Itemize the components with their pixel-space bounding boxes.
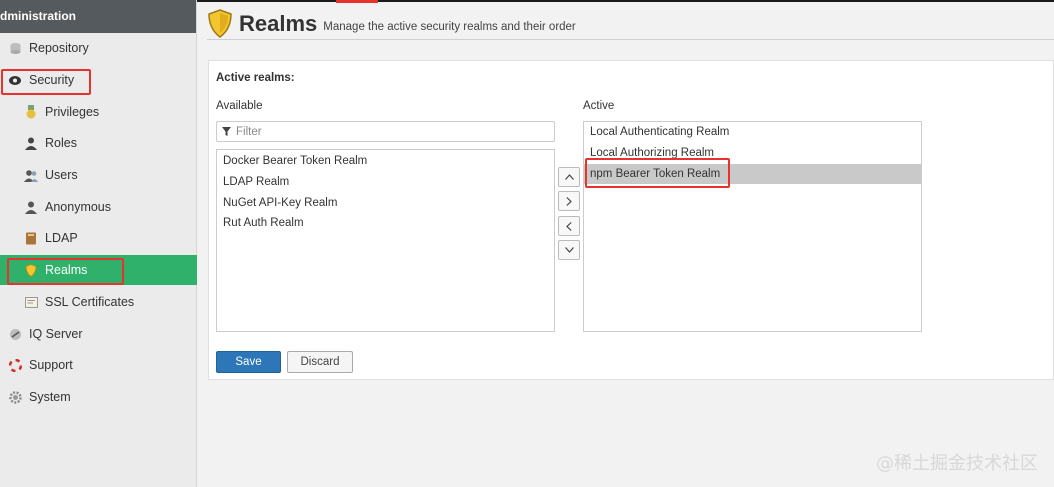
sidebar-item-label: SSL Certificates xyxy=(45,295,135,309)
watermark: @稀土掘金技术社区 xyxy=(876,453,1038,474)
sidebar-item-label: Security xyxy=(29,73,75,87)
move-up-button[interactable] xyxy=(558,167,580,187)
medal-icon xyxy=(24,105,38,119)
sidebar-item-support[interactable]: Support xyxy=(0,350,197,380)
move-down-button[interactable] xyxy=(558,240,580,260)
chevron-left-icon xyxy=(566,221,572,231)
book-icon xyxy=(24,231,38,245)
sidebar-item-label: Realms xyxy=(45,263,88,277)
sidebar-item-label: Support xyxy=(29,358,73,372)
filter-icon xyxy=(222,127,231,136)
list-item[interactable]: Local Authenticating Realm xyxy=(584,122,921,142)
sidebar-item-label: Users xyxy=(45,168,78,182)
shield-icon xyxy=(24,263,38,277)
sidebar-item-realms[interactable]: Realms xyxy=(0,255,197,285)
sidebar-item-roles[interactable]: Roles xyxy=(0,128,197,158)
save-button[interactable]: Save xyxy=(216,351,281,373)
sidebar-item-label: Roles xyxy=(45,136,77,150)
sidebar-item-users[interactable]: Users xyxy=(0,160,197,190)
anonymous-user-icon xyxy=(24,200,38,214)
sidebar-item-privileges[interactable]: Privileges xyxy=(0,97,197,127)
list-item[interactable]: Rut Auth Realm xyxy=(217,213,554,233)
gear-icon xyxy=(8,390,22,404)
sidebar-item-security[interactable]: Security xyxy=(0,65,197,95)
discard-button[interactable]: Discard xyxy=(287,351,353,373)
sidebar-item-ssl-certificates[interactable]: SSL Certificates xyxy=(0,287,197,317)
sidebar-item-label: IQ Server xyxy=(29,327,83,341)
chevron-right-icon xyxy=(566,196,572,206)
list-item[interactable]: LDAP Realm xyxy=(217,172,554,192)
active-list[interactable]: Local Authenticating Realm Local Authori… xyxy=(583,121,922,332)
sidebar-item-label: Anonymous xyxy=(45,200,112,214)
iq-server-icon xyxy=(8,327,22,341)
list-item[interactable]: Local Authorizing Realm xyxy=(584,143,921,163)
sidebar-item-iq-server[interactable]: IQ Server xyxy=(0,319,197,349)
lifebuoy-icon xyxy=(8,358,22,372)
list-item-selected[interactable]: npm Bearer Token Realm xyxy=(584,164,921,184)
users-icon xyxy=(24,168,38,182)
top-border xyxy=(197,0,1054,2)
user-role-icon xyxy=(24,136,38,150)
chevron-down-icon xyxy=(564,247,574,253)
add-to-active-button[interactable] xyxy=(558,191,580,211)
sidebar-item-label: System xyxy=(29,390,71,404)
remove-from-active-button[interactable] xyxy=(558,216,580,236)
sidebar-item-anonymous[interactable]: Anonymous xyxy=(0,192,197,222)
sidebar-item-label: Repository xyxy=(29,41,89,55)
page-header: Realms Manage the active security realms… xyxy=(207,8,1054,40)
certificate-icon xyxy=(24,295,38,309)
shield-icon xyxy=(207,9,233,38)
filter-placeholder: Filter xyxy=(236,125,262,138)
page-subtitle: Manage the active security realms and th… xyxy=(323,20,576,33)
available-list[interactable]: Docker Bearer Token Realm LDAP Realm NuG… xyxy=(216,149,555,332)
list-item[interactable]: NuGet API-Key Realm xyxy=(217,193,554,213)
available-label: Available xyxy=(216,100,263,112)
eye-icon xyxy=(8,73,22,87)
sidebar-header: dministration xyxy=(0,0,196,33)
sidebar-item-label: Privileges xyxy=(45,105,100,119)
top-tab-indicator xyxy=(336,0,378,3)
sidebar-item-repository[interactable]: Repository xyxy=(0,33,197,63)
filter-input[interactable]: Filter xyxy=(216,121,555,142)
active-label: Active xyxy=(583,100,615,112)
section-title: Active realms: xyxy=(216,72,295,84)
sidebar-item-system[interactable]: System xyxy=(0,382,197,412)
list-item[interactable]: Docker Bearer Token Realm xyxy=(217,151,554,171)
sidebar-item-label: LDAP xyxy=(45,231,78,245)
sidebar-item-ldap[interactable]: LDAP xyxy=(0,223,197,253)
database-icon xyxy=(8,41,22,55)
page-title: Realms xyxy=(239,10,318,36)
chevron-up-icon xyxy=(564,174,574,180)
